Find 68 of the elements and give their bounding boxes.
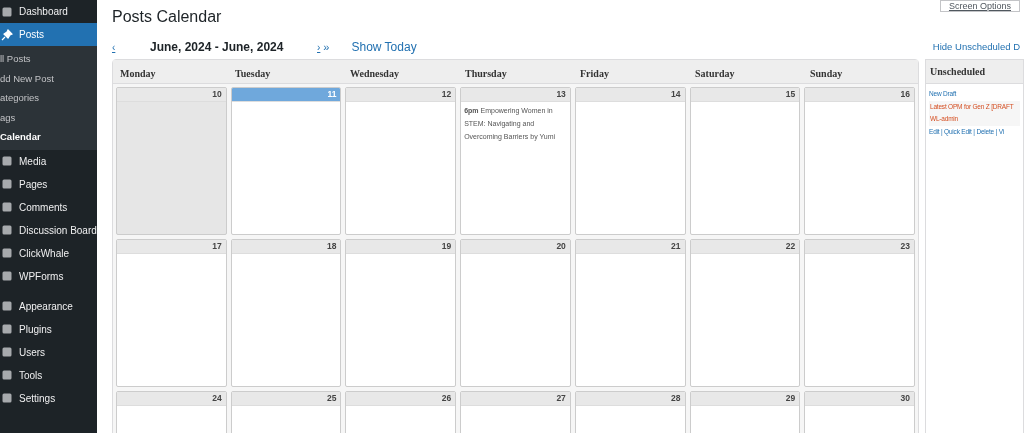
square-icon bbox=[1, 155, 13, 167]
square-icon bbox=[1, 323, 13, 335]
panel-title: Unscheduled bbox=[930, 65, 985, 79]
day-number: 28 bbox=[671, 392, 681, 405]
sidebar-item[interactable]: Plugins bbox=[0, 317, 97, 341]
sidebar-item[interactable]: WPForms bbox=[0, 264, 97, 288]
weekday-header: Sunday bbox=[810, 68, 843, 79]
day-number: 29 bbox=[785, 392, 796, 405]
day-number: 12 bbox=[441, 88, 452, 101]
sidebar-item[interactable]: Media bbox=[0, 149, 97, 173]
sidebar-item[interactable]: Appearance bbox=[0, 294, 97, 318]
square-icon bbox=[1, 392, 13, 404]
next-link[interactable]: › bbox=[317, 39, 321, 55]
weekday-header: Monday bbox=[120, 68, 156, 79]
sidebar-item[interactable]: Comments bbox=[0, 195, 97, 219]
day-number: 17 bbox=[212, 240, 222, 253]
square-icon bbox=[1, 300, 13, 312]
submenu-item[interactable]: ags bbox=[0, 107, 16, 127]
submenu-item[interactable]: ll Posts bbox=[0, 49, 31, 69]
day-number: 18 bbox=[326, 240, 337, 253]
day-number: 24 bbox=[212, 392, 222, 405]
sidebar-item[interactable]: ClickWhale bbox=[0, 241, 97, 265]
date-range: June, 2024 - June, 2024 bbox=[150, 39, 285, 56]
sidebar-item[interactable]: Users bbox=[0, 340, 97, 364]
day-number: 22 bbox=[785, 240, 796, 253]
day-number: 25 bbox=[326, 392, 337, 405]
square-icon bbox=[1, 270, 13, 282]
previous-link[interactable]: ‹ bbox=[112, 39, 150, 55]
day-number: 26 bbox=[441, 392, 452, 405]
square-icon bbox=[1, 224, 13, 236]
day-number: 16 bbox=[900, 88, 910, 101]
sidebar-item[interactable]: Posts bbox=[0, 23, 97, 46]
square-icon bbox=[1, 369, 13, 381]
sidebar-item[interactable]: Tools bbox=[0, 363, 97, 387]
hide-unscheduled-link[interactable]: Hide Unscheduled D bbox=[932, 39, 1020, 55]
pin-icon bbox=[1, 28, 13, 41]
weekday-header: Tuesday bbox=[235, 68, 271, 79]
sidebar-item[interactable]: Dashboard bbox=[0, 0, 97, 23]
submenu-item[interactable]: ategories bbox=[0, 88, 40, 108]
screen-options-button[interactable]: Screen Options bbox=[939, 0, 1020, 12]
square-icon bbox=[1, 346, 13, 358]
square-icon bbox=[1, 247, 13, 259]
weekday-header: Wednesday bbox=[350, 68, 399, 79]
day-number: 13 bbox=[556, 88, 566, 101]
day-number: 21 bbox=[671, 240, 681, 253]
weekday-header: Thursday bbox=[465, 68, 507, 79]
sidebar-item[interactable]: Settings bbox=[0, 386, 97, 410]
show-today-link[interactable]: Show Today bbox=[351, 38, 417, 56]
square-icon bbox=[1, 178, 13, 190]
sidebar-item[interactable]: Pages bbox=[0, 172, 97, 196]
weekday-header: Saturday bbox=[695, 68, 735, 79]
day-number: 30 bbox=[900, 392, 910, 405]
day-number: 23 bbox=[900, 240, 910, 253]
weekday-header: Friday bbox=[580, 68, 609, 79]
square-icon bbox=[1, 5, 13, 18]
submenu-item[interactable]: dd New Post bbox=[0, 68, 54, 88]
day-number: 15 bbox=[785, 88, 796, 101]
day-number: 10 bbox=[212, 88, 222, 101]
day-number: 14 bbox=[671, 88, 681, 101]
day-number: 20 bbox=[556, 240, 566, 253]
day-number: 11 bbox=[327, 88, 337, 101]
fast-forward-link[interactable]: » bbox=[323, 38, 330, 56]
submenu-item[interactable]: Calendar bbox=[0, 127, 41, 147]
sidebar-item[interactable]: Discussion Board bbox=[0, 218, 97, 242]
page-title: Posts Calendar bbox=[112, 7, 222, 27]
day-number: 27 bbox=[556, 392, 566, 405]
day-number: 19 bbox=[441, 240, 452, 253]
square-icon bbox=[1, 201, 13, 213]
